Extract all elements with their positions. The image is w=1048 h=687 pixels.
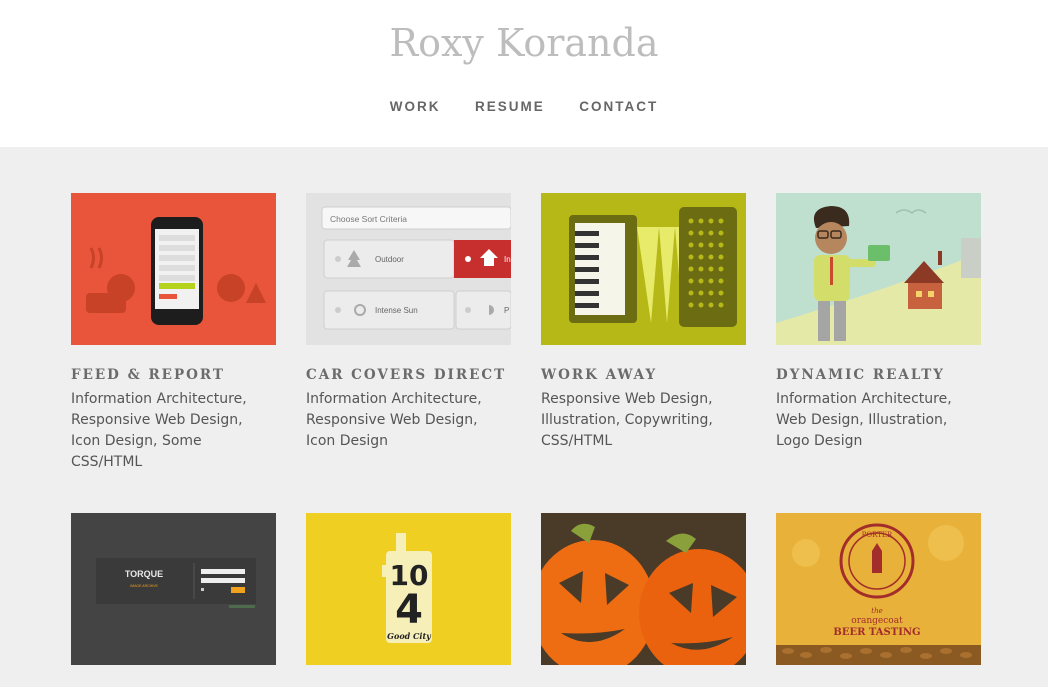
- beer-text-line-1: the: [871, 607, 882, 615]
- portfolio-item-good-city[interactable]: 10 4 Good City: [306, 513, 516, 687]
- portfolio-item-torque[interactable]: TORQUE IMAGE ARCHIVE: [71, 513, 281, 687]
- portfolio-item-work-away[interactable]: WORK AWAY Responsive Web Design, Illustr…: [541, 193, 751, 452]
- site-title[interactable]: Roxy Koranda: [0, 21, 1048, 65]
- portfolio-item-tags: Information Architecture, Responsive Web…: [306, 391, 482, 449]
- portfolio-item-dynamic-realty[interactable]: DYNAMIC REALTY Information Architecture,…: [776, 193, 986, 452]
- portfolio-item-feed-report[interactable]: FEED & REPORT Information Architecture, …: [71, 193, 281, 473]
- option-in: In: [504, 255, 511, 264]
- portfolio-item-title[interactable]: FEED & REPORT: [71, 367, 281, 383]
- torque-thumbnail[interactable]: TORQUE IMAGE ARCHIVE: [71, 513, 276, 665]
- torque-subtext: IMAGE ARCHIVE: [130, 584, 158, 588]
- nav-contact-link[interactable]: CONTACT: [579, 99, 658, 114]
- torque-logo-text: TORQUE: [125, 569, 163, 579]
- good-city-thumbnail[interactable]: 10 4 Good City: [306, 513, 511, 665]
- good-city-subtext: Good City: [387, 631, 432, 641]
- portfolio-item-pumpkins[interactable]: [541, 513, 751, 687]
- nav-work-link[interactable]: WORK: [390, 99, 441, 114]
- site-header: Roxy Koranda WORK RESUME CONTACT: [0, 0, 1048, 147]
- sort-placeholder: Choose Sort Criteria: [330, 214, 407, 224]
- portfolio-item-tags: Information Architecture, Responsive Web…: [71, 391, 247, 470]
- dynamic-realty-thumbnail[interactable]: [776, 193, 981, 345]
- good-city-number-bottom: 4: [395, 587, 423, 633]
- portfolio-item-car-covers[interactable]: Choose Sort Criteria Outdoor In Intense …: [306, 193, 516, 452]
- feed-report-thumbnail[interactable]: [71, 193, 276, 345]
- option-outdoor: Outdoor: [375, 255, 404, 264]
- main-nav: WORK RESUME CONTACT: [0, 98, 1048, 116]
- portfolio-item-tags: Information Architecture, Web Design, Il…: [776, 391, 952, 449]
- option-intense-sun: Intense Sun: [375, 306, 418, 315]
- portfolio-item-beer-tasting[interactable]: PORTER the orangecoat BEER TASTING: [776, 513, 986, 687]
- work-away-thumbnail[interactable]: [541, 193, 746, 345]
- beer-tasting-thumbnail[interactable]: PORTER the orangecoat BEER TASTING: [776, 513, 981, 665]
- portfolio-item-title[interactable]: WORK AWAY: [541, 367, 751, 383]
- option-p: P: [504, 306, 509, 315]
- nav-resume-link[interactable]: RESUME: [475, 99, 545, 114]
- portfolio-item-title[interactable]: CAR COVERS DIRECT: [306, 367, 516, 383]
- beer-seal-text: PORTER: [862, 531, 893, 539]
- portfolio-item-title[interactable]: DYNAMIC REALTY: [776, 367, 986, 383]
- beer-text-line-3: BEER TASTING: [833, 627, 920, 638]
- beer-text-line-2: orangecoat: [851, 616, 903, 626]
- car-covers-thumbnail[interactable]: Choose Sort Criteria Outdoor In Intense …: [306, 193, 511, 345]
- portfolio-item-tags: Responsive Web Design, Illustration, Cop…: [541, 391, 713, 449]
- pumpkins-thumbnail[interactable]: [541, 513, 746, 665]
